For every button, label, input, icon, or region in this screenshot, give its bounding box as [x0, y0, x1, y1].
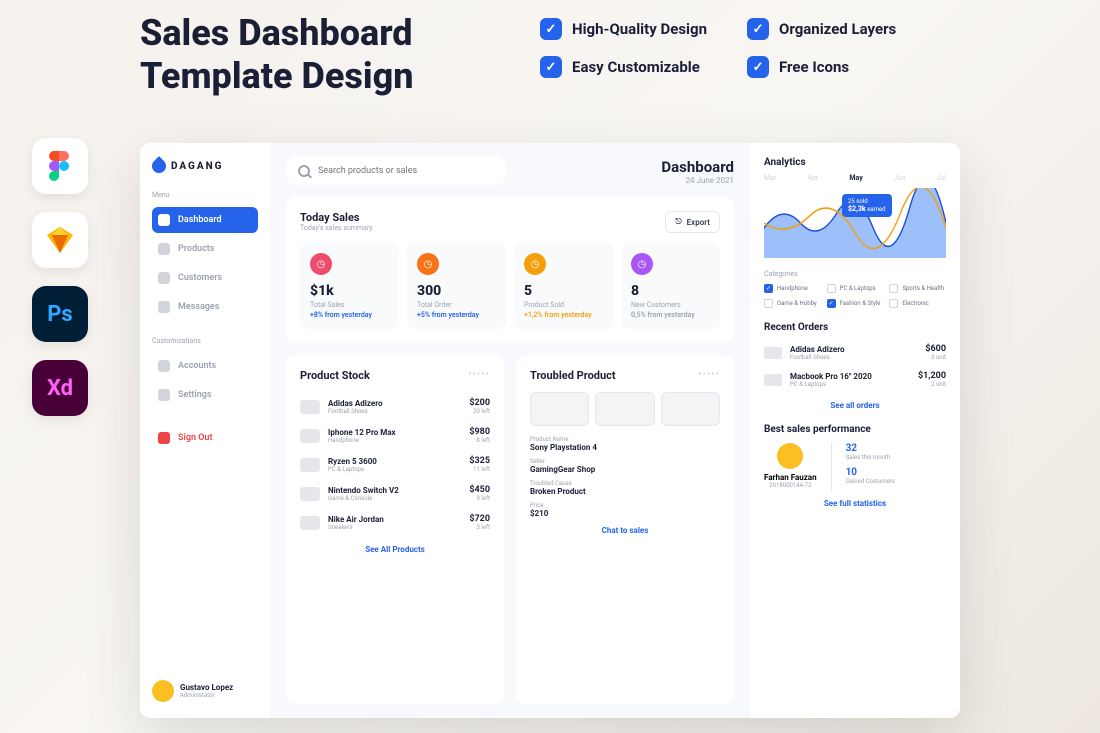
users-icon	[158, 272, 170, 284]
main-content: Dashboard 24 June 2021 Today Sales Today…	[270, 143, 750, 718]
export-button[interactable]: ⎋ Export	[665, 211, 720, 233]
stat-icon: ◷	[310, 253, 332, 275]
month-tab[interactable]: Jul	[937, 174, 946, 182]
analytics-chart: 25 sold $2,3k earned	[764, 188, 946, 258]
topbar: Dashboard 24 June 2021	[286, 157, 734, 185]
check-icon: ✓	[747, 18, 769, 40]
see-all-orders-link[interactable]: See all orders	[764, 401, 946, 410]
product-row[interactable]: Ryzen 5 3600PC & Laptops $32511 left	[300, 450, 490, 479]
product-thumb	[300, 487, 320, 501]
analytics-sidebar: Analytics MarAprMayJunJul 25 sold $2,3k …	[750, 143, 960, 718]
category-checkbox[interactable]: PC & Laptops	[827, 284, 884, 293]
product-row[interactable]: Adidas AdizeroFootball Shoes $20020 left	[300, 392, 490, 421]
check-icon: ✓	[540, 56, 562, 78]
month-tab[interactable]: Jun	[894, 174, 906, 182]
stat-card: ◷ $1k Total Sales +8% from yesterday	[300, 243, 399, 329]
troubled-product-card: Troubled Product ••••• Product Name Sony…	[516, 355, 734, 704]
order-row[interactable]: Adidas AdizeroFootball Shoes $6003 unit	[764, 339, 946, 366]
stat-card: ◷ 300 Total Order +5% from yesterday	[407, 243, 506, 329]
dashboard-window: DAGANG Menu Dashboard Products Customers…	[140, 143, 960, 718]
xd-icon: Xd	[32, 360, 88, 416]
page-title: Dashboard 24 June 2021	[661, 158, 734, 185]
product-thumb	[300, 516, 320, 530]
user-role: Administator	[180, 692, 233, 699]
avatar	[777, 443, 803, 469]
month-tab[interactable]: Apr	[807, 174, 818, 182]
sidebar-item-messages[interactable]: Messages	[152, 294, 258, 320]
category-checkbox[interactable]: ✓Handphone	[764, 284, 821, 293]
sidebar: DAGANG Menu Dashboard Products Customers…	[140, 143, 270, 718]
sidebar-item-accounts[interactable]: Accounts	[152, 353, 258, 379]
figma-icon	[32, 138, 88, 194]
logo: DAGANG	[152, 159, 258, 173]
mail-icon	[158, 301, 170, 313]
chart-tooltip: 25 sold $2,3k earned	[842, 194, 892, 217]
grid-icon	[158, 214, 170, 226]
category-checkbox[interactable]: Game & Hobby	[764, 299, 821, 308]
stat-icon: ◷	[524, 253, 546, 275]
more-icon[interactable]: •••••	[698, 369, 720, 380]
category-checkbox[interactable]: ✓Fashion & Style	[827, 299, 884, 308]
photoshop-icon: Ps	[32, 286, 88, 342]
stat-icon: ◷	[631, 253, 653, 275]
check-icon: ✓	[540, 18, 562, 40]
see-all-products-link[interactable]: See All Products	[300, 545, 490, 554]
sidebar-item-settings[interactable]: Settings	[152, 382, 258, 408]
search-input[interactable]	[318, 166, 494, 176]
avatar	[152, 680, 174, 702]
product-thumb	[300, 400, 320, 414]
product-row[interactable]: Nintendo Switch V2Game & Console $4509 l…	[300, 479, 490, 508]
today-sales-card: Today Sales Today's sales summary ⎋ Expo…	[286, 197, 734, 343]
stat-icon: ◷	[417, 253, 439, 275]
sidebar-item-signout[interactable]: Sign Out	[152, 425, 258, 451]
stat-card: ◷ 5 Product Sold +1,2% from yesterday	[514, 243, 613, 329]
sidebar-item-products[interactable]: Products	[152, 236, 258, 262]
product-image[interactable]	[661, 392, 720, 426]
gear-icon	[158, 389, 170, 401]
category-checkbox[interactable]: Electronic	[889, 299, 946, 308]
sidebar-item-dashboard[interactable]: Dashboard	[152, 207, 258, 233]
user-icon	[158, 360, 170, 372]
menu-label: Menu	[152, 191, 258, 199]
order-row[interactable]: Macbook Pro 16" 2020PC & Laptops $1,2002…	[764, 366, 946, 393]
product-image[interactable]	[530, 392, 589, 426]
product-stock-card: Product Stock ••••• Adidas AdizeroFootba…	[286, 355, 504, 704]
export-icon: ⎋	[675, 217, 681, 227]
promo-title: Sales Dashboard Template Design	[140, 12, 413, 98]
feature-list: ✓High-Quality Design ✓Organized Layers ✓…	[540, 18, 914, 78]
check-icon: ✓	[747, 56, 769, 78]
sidebar-item-customers[interactable]: Customers	[152, 265, 258, 291]
category-checkbox[interactable]: Sports & Health	[889, 284, 946, 293]
user-name: Gustavo Lopez	[180, 683, 233, 692]
logo-icon	[149, 156, 169, 176]
more-icon[interactable]: •••••	[468, 369, 490, 380]
search-box[interactable]	[286, 157, 506, 185]
user-block[interactable]: Gustavo Lopez Administator	[152, 680, 258, 702]
product-thumb	[300, 458, 320, 472]
month-tab[interactable]: Mar	[764, 174, 776, 182]
product-image[interactable]	[595, 392, 654, 426]
month-tab[interactable]: May	[849, 174, 862, 182]
performer-user: Farhan Fauzan 2018000144-72	[764, 443, 817, 489]
chat-to-sales-link[interactable]: Chat to sales	[530, 526, 720, 535]
search-icon	[298, 165, 310, 177]
product-thumb	[764, 347, 782, 359]
custom-label: Customizations	[152, 337, 258, 345]
see-full-stats-link[interactable]: See full statistics	[764, 499, 946, 508]
logout-icon	[158, 432, 170, 444]
sketch-icon	[32, 212, 88, 268]
stat-card: ◷ 8 New Customers 0,5% from yesterday	[621, 243, 720, 329]
tool-icons: Ps Xd	[32, 138, 88, 416]
product-row[interactable]: Nike Air JordanSneakers $7203 left	[300, 508, 490, 537]
product-row[interactable]: Iphone 12 Pro MaxHandphone $9808 left	[300, 421, 490, 450]
product-thumb	[300, 429, 320, 443]
bag-icon	[158, 243, 170, 255]
product-thumb	[764, 374, 782, 386]
